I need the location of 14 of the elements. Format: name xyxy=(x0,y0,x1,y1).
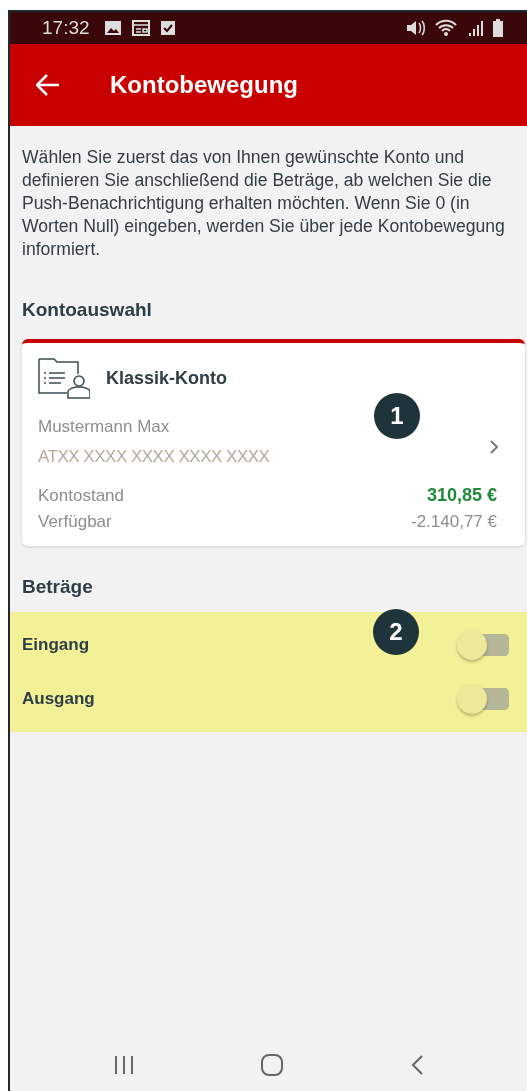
account-holder: Mustermann Max xyxy=(38,417,171,437)
account-name: Klassik-Konto xyxy=(106,367,228,389)
available-amount: -2.140,77 € xyxy=(411,512,497,532)
toggle-label: Ausgang xyxy=(22,689,95,709)
account-iban: ATXX XXXX XXXX XXXX XXXX xyxy=(38,447,271,467)
screen-title: Kontobewegung xyxy=(110,71,298,99)
status-time: 17:32 xyxy=(42,17,90,39)
intro-text: Wählen Sie zuerst das von Ihnen gewünschte Konto und definieren Sie anschließend die Beträge, ab welchen Sie die Push-Benachrichtigung erhalten möchten. Wenn Sie 0 (in Worten Null) eingeben, werden Sie über jede Kontobewegung informiert. xyxy=(22,146,506,261)
section-heading: Kontoauswahl xyxy=(22,299,153,321)
toggle-label: Eingang xyxy=(22,635,90,655)
balance-label: Kontostand xyxy=(38,485,124,506)
section-heading: Beträge xyxy=(22,576,94,598)
available-label: Verfügbar xyxy=(38,512,112,532)
balance-amount: 310,85 € xyxy=(426,485,497,506)
